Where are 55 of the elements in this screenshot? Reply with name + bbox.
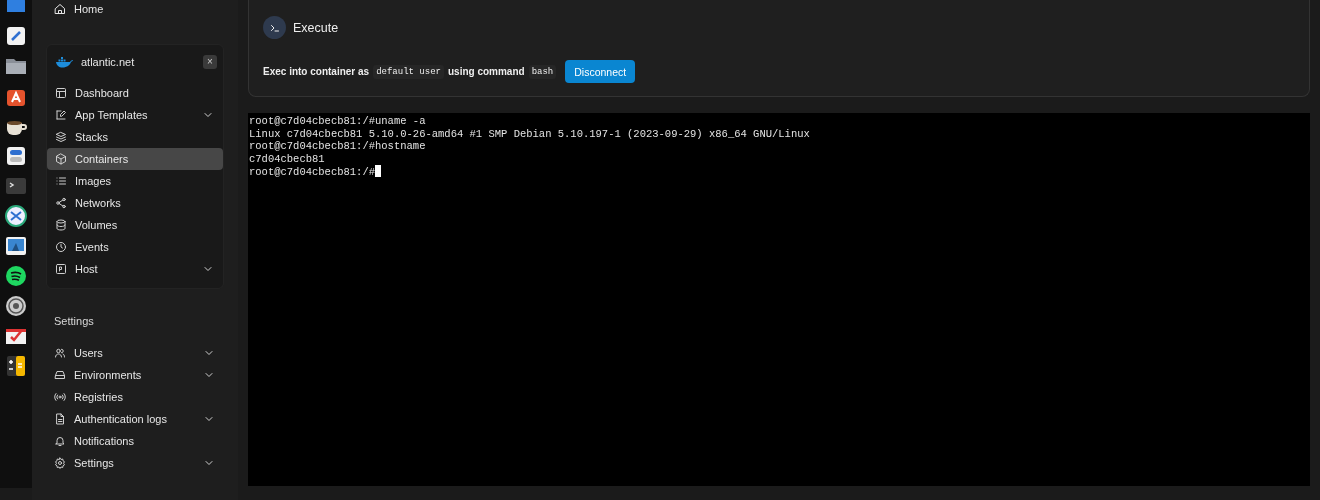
- exec-label: using command: [447, 66, 525, 77]
- command-code: bash: [528, 64, 557, 79]
- nav-item[interactable]: Notifications: [46, 430, 224, 452]
- terminal-line: root@c7d04cbecb81:/#hostname: [249, 140, 426, 153]
- environment-name: atlantic.net: [81, 56, 136, 68]
- exec-label: Exec into container as: [263, 66, 370, 77]
- host-icon: [55, 263, 67, 275]
- cube-icon: [55, 153, 67, 165]
- bell-icon: [54, 435, 66, 447]
- nav-item[interactable]: Networks: [47, 192, 223, 214]
- cursor: [375, 165, 382, 177]
- disconnect-button[interactable]: Disconnect: [565, 60, 636, 83]
- user-code: default user: [373, 64, 444, 79]
- nav-item[interactable]: Dashboard: [47, 82, 223, 104]
- whale-icon: [55, 56, 73, 68]
- terminal-line: root@c7d04cbecb81:/#: [249, 165, 382, 179]
- calculator-icon[interactable]: [4, 354, 28, 378]
- dashboard-icon: [55, 87, 67, 99]
- close-button[interactable]: ×: [203, 55, 217, 69]
- share-icon: [55, 197, 67, 209]
- terminal[interactable]: root@c7d04cbecb81:/#uname -a Linux c7d04cbecb81 5.10.0-26-amd64 #1 SMP Debian 5.10.197-1 (2023-09-29) x86_64 GNU/Linux root@c7d04cbecb81:/#hostname c7d04cbecb81 root@c7d04cbecb81:/#: [248, 113, 1310, 486]
- nav-item[interactable]: Users: [46, 342, 224, 364]
- settings-icon: [54, 457, 66, 469]
- nav-item[interactable]: Volumes: [47, 214, 223, 236]
- nav-item[interactable]: Registries: [46, 386, 224, 408]
- nav-item[interactable]: Host: [47, 258, 223, 280]
- home-icon: [54, 3, 66, 15]
- drive-icon: [54, 369, 66, 381]
- panel-title: Execute: [293, 20, 339, 35]
- nav-item[interactable]: Environments: [46, 364, 224, 386]
- document-icon: [54, 413, 66, 425]
- music-icon[interactable]: [4, 264, 28, 288]
- nav-item[interactable]: Stacks: [47, 126, 223, 148]
- users-icon: [54, 347, 66, 359]
- notepad-icon[interactable]: [4, 24, 28, 48]
- home-link[interactable]: Home: [46, 0, 224, 18]
- terminal-line: Linux c7d04cbecb81 5.10.0-26-amd64 #1 SMP Debian 5.10.197-1 (2023-09-29) x86_64 GNU/Linux: [249, 127, 810, 140]
- clock-icon: [55, 241, 67, 253]
- stack-icon: [55, 131, 67, 143]
- toggle-icon[interactable]: [4, 144, 28, 168]
- terminal-line: root@c7d04cbecb81:/#uname -a: [249, 115, 426, 128]
- nav-item[interactable]: Containers: [47, 148, 223, 170]
- nav-item[interactable]: Authentication logs: [46, 408, 224, 430]
- edit-icon: [55, 109, 67, 121]
- database-icon: [55, 219, 67, 231]
- nav-item[interactable]: Images: [47, 170, 223, 192]
- broadcast-icon: [54, 391, 66, 403]
- nav-item[interactable]: Events: [47, 236, 223, 258]
- app-icon[interactable]: [4, 0, 28, 12]
- image-icon[interactable]: [4, 234, 28, 258]
- nav-item[interactable]: Settings: [46, 452, 224, 474]
- nav-item[interactable]: App Templates: [47, 104, 223, 126]
- terminal-line: c7d04cbecb81: [249, 152, 325, 165]
- section-heading: Settings: [53, 315, 95, 329]
- disc-icon[interactable]: [4, 294, 28, 318]
